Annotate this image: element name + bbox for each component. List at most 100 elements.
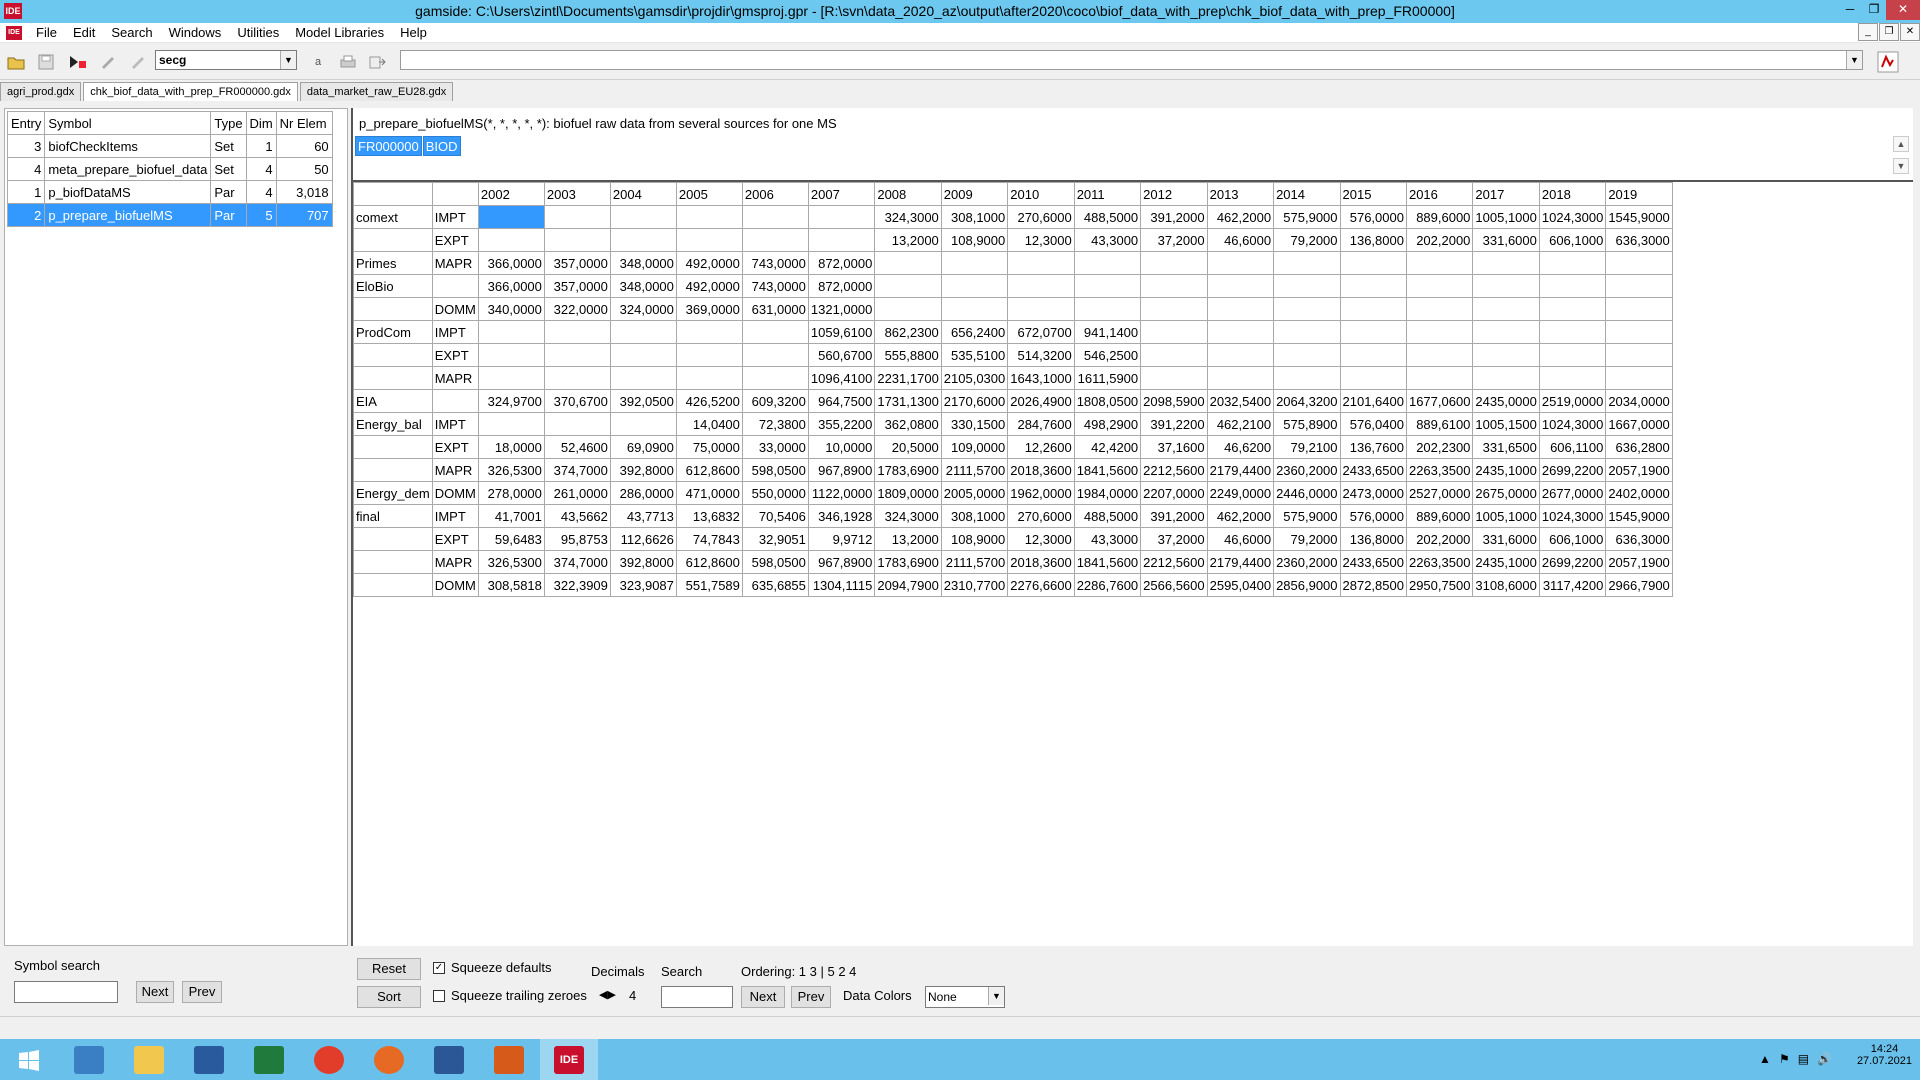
data-cell[interactable]: 2402,0000 bbox=[1605, 481, 1673, 505]
data-cell[interactable]: 136,8000 bbox=[1339, 527, 1407, 551]
data-cell[interactable] bbox=[741, 343, 809, 367]
data-cell[interactable]: 2207,0000 bbox=[1140, 481, 1208, 505]
data-cell[interactable]: 79,2000 bbox=[1273, 527, 1341, 551]
data-cell[interactable]: 612,8600 bbox=[675, 550, 743, 574]
data-cell[interactable]: 743,0000 bbox=[741, 251, 809, 275]
run-options-icon[interactable] bbox=[126, 50, 150, 74]
year-header[interactable]: 2015 bbox=[1339, 182, 1407, 206]
data-cell[interactable]: 471,0000 bbox=[675, 481, 743, 505]
data-cell[interactable]: 555,8800 bbox=[874, 343, 942, 367]
data-cell[interactable]: 308,1000 bbox=[940, 504, 1009, 528]
squeeze-trailing-checkbox[interactable] bbox=[433, 990, 445, 1002]
row-header-item[interactable]: DOMM bbox=[431, 573, 479, 597]
data-cell[interactable]: 108,9000 bbox=[940, 228, 1009, 252]
col-header-entry[interactable]: Entry bbox=[6, 111, 46, 135]
data-cell[interactable]: 576,0400 bbox=[1339, 412, 1407, 436]
data-cell[interactable]: 1122,0000 bbox=[807, 481, 876, 505]
data-cell[interactable] bbox=[675, 205, 743, 229]
data-cell[interactable] bbox=[1339, 343, 1407, 367]
data-cell[interactable]: 2057,1900 bbox=[1605, 458, 1673, 482]
data-colors-select[interactable]: None ▼ bbox=[925, 986, 1005, 1008]
data-cell[interactable]: 323,9087 bbox=[609, 573, 677, 597]
data-cell[interactable] bbox=[543, 366, 611, 390]
data-cell[interactable] bbox=[1605, 343, 1673, 367]
data-cell[interactable]: 2677,0000 bbox=[1538, 481, 1607, 505]
matlab-icon[interactable] bbox=[480, 1039, 538, 1080]
data-cell[interactable]: 575,9000 bbox=[1273, 205, 1341, 229]
data-cell[interactable]: 967,8900 bbox=[807, 550, 876, 574]
data-cell[interactable] bbox=[609, 343, 677, 367]
data-cell[interactable]: 270,6000 bbox=[1007, 205, 1075, 229]
data-cell[interactable] bbox=[477, 412, 545, 436]
row-header-item[interactable]: MAPR bbox=[431, 550, 479, 574]
data-cell[interactable]: 10,0000 bbox=[807, 435, 876, 459]
data-cell[interactable] bbox=[1405, 251, 1474, 275]
data-cell[interactable] bbox=[1538, 343, 1607, 367]
gams-ide-icon[interactable]: IDE bbox=[540, 1039, 598, 1080]
data-cell[interactable]: 69,0900 bbox=[609, 435, 677, 459]
data-cell[interactable] bbox=[1206, 366, 1275, 390]
data-cell[interactable] bbox=[1339, 366, 1407, 390]
server-manager-icon[interactable] bbox=[60, 1039, 118, 1080]
data-cell[interactable] bbox=[675, 366, 743, 390]
data-cell[interactable]: 2105,0300 bbox=[940, 366, 1009, 390]
export-icon[interactable] bbox=[366, 50, 390, 74]
data-cell[interactable]: 1096,4100 bbox=[807, 366, 876, 390]
data-cell[interactable]: 2286,7600 bbox=[1073, 573, 1142, 597]
data-cell[interactable]: 2566,5600 bbox=[1140, 573, 1208, 597]
data-cell[interactable]: 346,1928 bbox=[807, 504, 876, 528]
data-cell[interactable]: 12,3000 bbox=[1007, 228, 1075, 252]
data-cell[interactable]: 492,0000 bbox=[675, 274, 743, 298]
data-cell[interactable]: 636,3000 bbox=[1605, 228, 1673, 252]
data-cell[interactable] bbox=[1605, 320, 1673, 344]
data-cell[interactable]: 2263,3500 bbox=[1405, 550, 1474, 574]
run-icon[interactable] bbox=[66, 50, 90, 74]
data-cell[interactable] bbox=[940, 297, 1009, 321]
data-cell[interactable]: 270,6000 bbox=[1007, 504, 1075, 528]
save-icon[interactable] bbox=[34, 50, 58, 74]
data-cell[interactable]: 1783,6900 bbox=[874, 550, 942, 574]
data-cell[interactable] bbox=[543, 343, 611, 367]
data-cell[interactable]: 889,6100 bbox=[1405, 412, 1474, 436]
data-cell[interactable]: 136,8000 bbox=[1339, 228, 1407, 252]
data-cell[interactable] bbox=[1339, 274, 1407, 298]
data-cell[interactable] bbox=[1472, 251, 1540, 275]
data-cell[interactable] bbox=[675, 343, 743, 367]
data-cell[interactable]: 1611,5900 bbox=[1073, 366, 1142, 390]
command-combo[interactable]: ▼ bbox=[400, 50, 1863, 70]
data-cell[interactable]: 2433,6500 bbox=[1339, 458, 1407, 482]
data-cell[interactable]: 2005,0000 bbox=[940, 481, 1009, 505]
menu-search[interactable]: Search bbox=[103, 25, 160, 40]
open-folder-icon[interactable] bbox=[4, 50, 28, 74]
data-cell[interactable] bbox=[477, 205, 545, 229]
data-cell[interactable] bbox=[1538, 274, 1607, 298]
row-header-item[interactable]: MAPR bbox=[431, 458, 479, 482]
word-icon[interactable] bbox=[420, 1039, 478, 1080]
data-cell[interactable]: 1809,0000 bbox=[874, 481, 942, 505]
table-row-selected[interactable]: 2 p_prepare_biofuelMS Par 5 707 bbox=[6, 203, 333, 227]
data-cell[interactable] bbox=[609, 228, 677, 252]
data-cell[interactable]: 2360,2000 bbox=[1273, 458, 1341, 482]
tray-network-icon[interactable]: ▤ bbox=[1798, 1052, 1809, 1066]
tab-agri-prod[interactable]: agri_prod.gdx bbox=[0, 82, 82, 101]
data-cell[interactable]: 357,0000 bbox=[543, 251, 611, 275]
data-cell[interactable]: 1005,1000 bbox=[1472, 504, 1540, 528]
data-cell[interactable]: 743,0000 bbox=[741, 274, 809, 298]
data-cell[interactable]: 2111,5700 bbox=[940, 458, 1009, 482]
year-header[interactable]: 2012 bbox=[1140, 182, 1208, 206]
data-cell[interactable]: 322,3909 bbox=[543, 573, 611, 597]
data-cell[interactable]: 2595,0400 bbox=[1206, 573, 1275, 597]
row-header-source[interactable] bbox=[353, 228, 433, 252]
data-cell[interactable]: 1841,5600 bbox=[1073, 458, 1142, 482]
data-cell[interactable]: 2276,6600 bbox=[1007, 573, 1075, 597]
excel-icon[interactable] bbox=[240, 1039, 298, 1080]
data-cell[interactable] bbox=[477, 228, 545, 252]
chevron-down-icon[interactable]: ▼ bbox=[1846, 51, 1862, 69]
data-cell[interactable]: 575,9000 bbox=[1273, 504, 1341, 528]
data-cell[interactable]: 391,2200 bbox=[1140, 412, 1208, 436]
row-header-item[interactable]: MAPR bbox=[431, 366, 479, 390]
row-header-item[interactable]: EXPT bbox=[431, 527, 479, 551]
data-cell[interactable]: 95,8753 bbox=[543, 527, 611, 551]
data-cell[interactable]: 331,6000 bbox=[1472, 527, 1540, 551]
row-header-item[interactable] bbox=[431, 389, 479, 413]
